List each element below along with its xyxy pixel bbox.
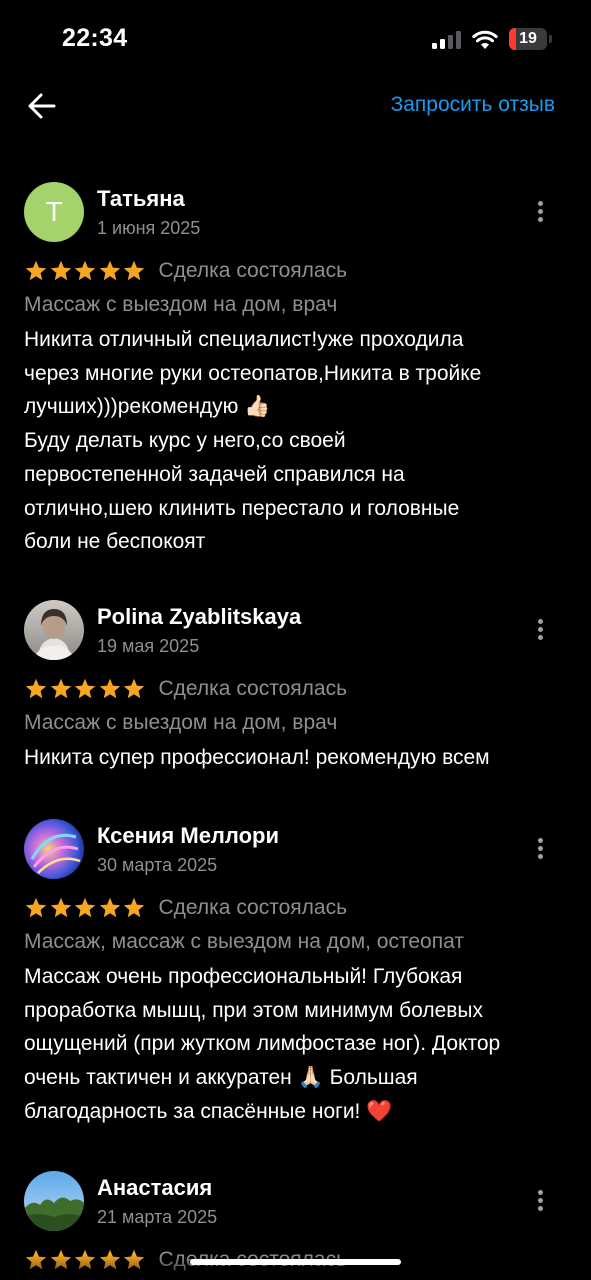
star-icon [50, 897, 71, 918]
review-item: Т Татьяна 1 июня 2025 Сделка состоялась … [0, 180, 591, 598]
reviews-list: Т Татьяна 1 июня 2025 Сделка состоялась … [0, 180, 591, 1279]
deal-status: Сделка состоялась [158, 896, 348, 919]
star-icon [99, 678, 120, 699]
review-author[interactable]: Анастасия [97, 1175, 212, 1201]
deal-status: Сделка состоялась [158, 259, 348, 282]
review-category: Массаж с выездом на дом, врач [24, 711, 338, 734]
review-text: Никита супер профессионал! рекомендую вс… [24, 746, 490, 769]
star-rating [24, 259, 147, 283]
more-options-icon[interactable] [535, 198, 547, 226]
abstract-art-avatar[interactable] [24, 819, 84, 879]
star-rating [24, 896, 147, 920]
review-date: 1 июня 2025 [97, 218, 201, 238]
star-icon [74, 678, 96, 699]
more-options-icon[interactable] [535, 835, 547, 863]
review-text: Никита отличный специалист!уже проходила… [24, 328, 482, 554]
request-review-link[interactable]: Запросить отзыв [391, 93, 555, 117]
star-rating [24, 677, 147, 701]
review-author[interactable]: Polina Zyablitskaya [97, 604, 301, 630]
star-icon [74, 897, 96, 918]
star-icon [74, 260, 96, 281]
rating-row: Сделка состоялась [24, 893, 567, 923]
rating-row: Сделка состоялась [24, 256, 567, 286]
battery-level: 19 [519, 30, 537, 47]
review-date: 30 марта 2025 [97, 855, 218, 875]
review-item: Polina Zyablitskaya 19 мая 2025 Сделка с… [0, 598, 591, 817]
review-header: Polina Zyablitskaya 19 мая 2025 [24, 598, 567, 664]
top-nav: Запросить отзыв [0, 80, 591, 132]
review-author[interactable]: Ксения Меллори [97, 823, 279, 849]
review-header: Ксения Меллори 30 марта 2025 [24, 817, 567, 883]
arrow-left-icon[interactable] [24, 88, 60, 124]
landscape-image [24, 1171, 84, 1231]
more-options-icon[interactable] [535, 1187, 547, 1215]
star-icon [25, 678, 47, 699]
user-photo-avatar[interactable] [24, 600, 84, 660]
abstract-art-image [24, 819, 84, 879]
avatar-letter: Т [24, 182, 84, 242]
review-category: Массаж, массаж с выездом на дом, остеопа… [24, 930, 464, 953]
user-photo-image [24, 600, 84, 660]
home-indicator [190, 1259, 401, 1265]
review-text: Массаж очень профессиональный! Глубокая … [24, 965, 501, 1123]
status-time: 22:34 [62, 24, 128, 52]
star-icon [50, 260, 71, 281]
star-icon [99, 897, 120, 918]
landscape-avatar[interactable] [24, 1171, 84, 1231]
review-header: Т Татьяна 1 июня 2025 [24, 180, 567, 246]
battery-indicator: 19 [509, 28, 553, 50]
rating-row: Сделка состоялась [24, 674, 567, 704]
star-icon [123, 897, 145, 918]
more-options-icon[interactable] [535, 616, 547, 644]
battery-body: 19 [509, 28, 547, 50]
review-date: 21 марта 2025 [97, 1207, 218, 1227]
review-header: Анастасия 21 марта 2025 [24, 1169, 567, 1235]
star-icon [50, 678, 71, 699]
deal-status: Сделка состоялась [158, 677, 348, 700]
review-category: Массаж с выездом на дом, врач [24, 293, 338, 316]
avatar[interactable]: Т [24, 182, 84, 242]
status-bar: 22:34 19 [0, 0, 591, 80]
star-icon [25, 897, 47, 918]
review-author[interactable]: Татьяна [97, 186, 185, 212]
star-icon [123, 260, 145, 281]
review-item: Ксения Меллори 30 марта 2025 Сделка сост… [0, 817, 591, 1169]
star-icon [123, 678, 145, 699]
star-icon [99, 260, 120, 281]
cellular-signal-icon [432, 31, 461, 49]
battery-cap [549, 35, 552, 43]
star-icon [25, 260, 47, 281]
wifi-icon [472, 30, 498, 49]
review-date: 19 мая 2025 [97, 636, 200, 656]
